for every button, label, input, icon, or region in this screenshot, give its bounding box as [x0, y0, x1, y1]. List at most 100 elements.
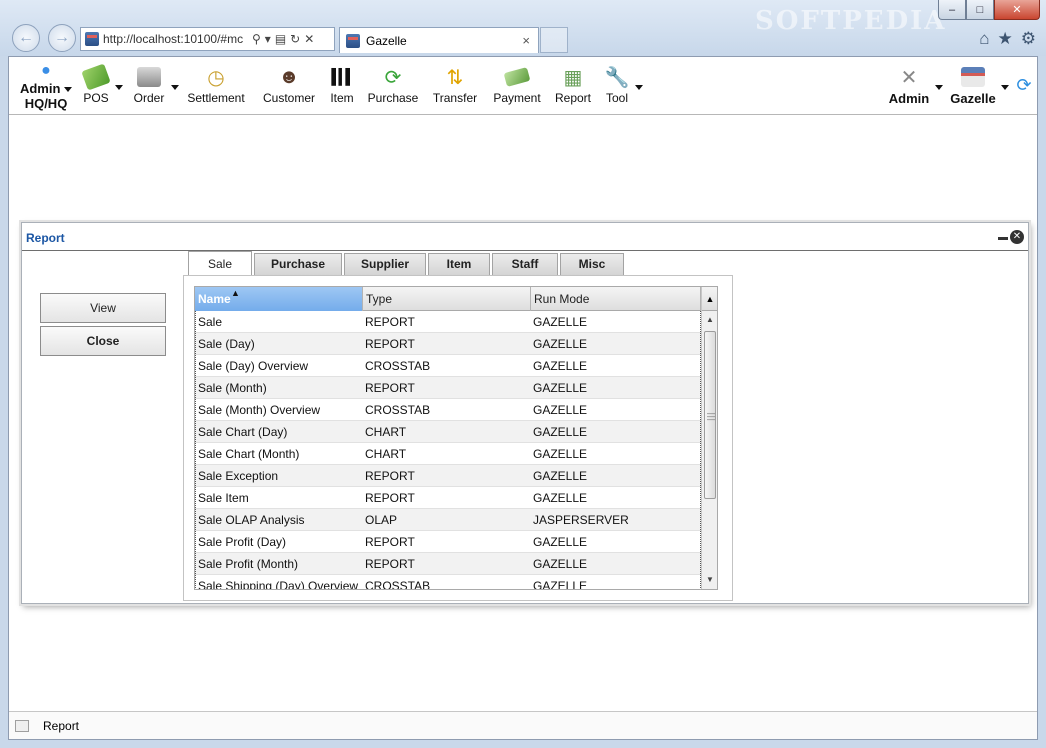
compatibility-view-icon[interactable]: ▤: [275, 32, 286, 46]
pos-label: POS: [83, 91, 109, 105]
pos-menu[interactable]: POS: [81, 63, 123, 105]
view-button[interactable]: View: [40, 293, 166, 323]
report-list-grid: Name ▲ Type Run Mode Sale REPORT GAZELLE Sa…: [194, 286, 718, 590]
scroll-down-icon[interactable]: ▼: [702, 573, 717, 587]
purchase-button[interactable]: ⟳ Purchase: [367, 63, 419, 106]
admin-hq-menu[interactable]: ● Admin HQ/HQ: [17, 61, 75, 111]
cell-name: Sale Exception: [195, 465, 363, 486]
settlement-button[interactable]: ◷ Settlement: [185, 63, 247, 106]
address-bar[interactable]: http://localhost:10100/#mc ⚲ ▾ ▤ ↻ ✕: [80, 27, 335, 51]
table-row[interactable]: Sale (Day) REPORT GAZELLE: [195, 333, 701, 355]
cell-type: CHART: [365, 425, 407, 439]
browser-tab-gazelle[interactable]: Gazelle ×: [339, 27, 539, 53]
item-button[interactable]: ▌▍▌ Item: [327, 63, 357, 105]
item-label: Item: [330, 91, 354, 105]
column-header-run-mode[interactable]: Run Mode: [531, 287, 701, 311]
close-dialog-icon[interactable]: ✕: [1010, 230, 1024, 244]
chevron-down-icon: [171, 85, 179, 90]
back-button[interactable]: ←: [12, 24, 40, 52]
cell-run-mode: GAZELLE: [531, 531, 701, 552]
refresh-button[interactable]: ⟳: [1015, 75, 1033, 96]
dropdown-chevron-icon[interactable]: ▾: [265, 32, 271, 46]
column-name-label: Name: [198, 292, 231, 306]
chevron-down-icon: [935, 85, 943, 90]
table-row[interactable]: Sale OLAP Analysis OLAP JASPERSERVER: [195, 509, 701, 531]
table-row[interactable]: Sale (Month) Overview CROSSTAB GAZELLE: [195, 399, 701, 421]
forward-button[interactable]: →: [48, 24, 76, 52]
tab-purchase[interactable]: Purchase: [254, 253, 342, 275]
maximize-window-button[interactable]: □: [966, 0, 994, 20]
table-row[interactable]: Sale Profit (Day) REPORT GAZELLE: [195, 531, 701, 553]
tab-supplier[interactable]: Supplier: [344, 253, 426, 275]
cell-type: REPORT: [365, 535, 415, 549]
cell-run-mode: GAZELLE: [531, 377, 701, 398]
scrollbar-thumb[interactable]: — — —: [704, 331, 716, 499]
tab-item[interactable]: Item: [428, 253, 490, 275]
transfer-button[interactable]: ⇅ Transfer: [431, 63, 479, 106]
cell-type: REPORT: [365, 315, 415, 329]
chevron-down-icon: [635, 85, 643, 90]
close-tab-icon[interactable]: ×: [522, 33, 530, 48]
browser-tool-icons: ⌂ ★ ⚙: [979, 29, 1036, 49]
address-url[interactable]: http://localhost:10100/#mc: [103, 32, 248, 46]
scroll-up-icon[interactable]: ▲: [702, 313, 717, 327]
new-tab-button[interactable]: [540, 27, 568, 53]
admin-menu[interactable]: ✕ Admin: [887, 63, 943, 106]
tab-staff[interactable]: Staff: [492, 253, 558, 275]
scroll-top-icon[interactable]: ▲: [702, 287, 717, 311]
table-row[interactable]: Sale Shipping (Day) Overview CROSSTAB GAZE…: [195, 575, 701, 589]
cell-type: REPORT: [365, 469, 415, 483]
stop-icon[interactable]: ✕: [304, 32, 314, 46]
customer-person-icon: ☻: [278, 65, 300, 88]
minimize-window-button[interactable]: –: [938, 0, 966, 20]
browser-chrome: SOFTPEDIA – □ ✕ ← → http://localhost:101…: [0, 0, 1046, 56]
admin-tools-icon: ✕: [900, 66, 918, 89]
refresh-icon[interactable]: ↻: [290, 32, 300, 46]
cell-run-mode: GAZELLE: [531, 333, 701, 354]
column-header-type[interactable]: Type: [363, 287, 531, 311]
table-row[interactable]: Sale Exception REPORT GAZELLE: [195, 465, 701, 487]
vertical-scrollbar[interactable]: ▲ ▲ — — — ▼: [701, 287, 717, 589]
pos-tag-icon: [81, 63, 111, 91]
table-row[interactable]: Sale Chart (Month) CHART GAZELLE: [195, 443, 701, 465]
chevron-down-icon: [115, 85, 123, 90]
tools-gear-icon[interactable]: ⚙: [1021, 29, 1036, 49]
table-row[interactable]: Sale REPORT GAZELLE: [195, 311, 701, 333]
admin-hq-label: Admin: [19, 81, 61, 96]
home-icon[interactable]: ⌂: [979, 29, 989, 49]
order-label: Order: [133, 91, 165, 105]
truck-icon: [137, 67, 161, 87]
cell-run-mode: GAZELLE: [531, 465, 701, 486]
favorites-star-icon[interactable]: ★: [998, 29, 1013, 49]
table-row[interactable]: Sale (Day) Overview CROSSTAB GAZELLE: [195, 355, 701, 377]
close-button[interactable]: Close: [40, 326, 166, 356]
close-window-button[interactable]: ✕: [994, 0, 1040, 20]
tool-menu[interactable]: 🔧 Tool: [603, 63, 643, 105]
minimize-icon[interactable]: [998, 237, 1008, 240]
report-button[interactable]: ▦ Report: [553, 63, 593, 106]
main-toolbar: ● Admin HQ/HQ POS Order ◷ Settlement ☻ C…: [9, 57, 1037, 115]
search-icon[interactable]: ⚲: [252, 32, 261, 46]
status-text: Report: [43, 718, 80, 733]
cell-type: REPORT: [365, 381, 415, 395]
gazelle-store-menu[interactable]: Gazelle: [949, 63, 1009, 106]
table-row[interactable]: Sale (Month) REPORT GAZELLE: [195, 377, 701, 399]
customer-button[interactable]: ☻ Customer: [261, 63, 317, 106]
order-menu[interactable]: Order: [131, 63, 179, 105]
purchase-label: Purchase: [367, 91, 419, 105]
table-row[interactable]: Sale Profit (Month) REPORT GAZELLE: [195, 553, 701, 575]
admin-label: Admin: [888, 91, 930, 106]
tool-label: Tool: [605, 91, 628, 105]
tab-sale[interactable]: Sale: [188, 251, 252, 275]
cell-type: CHART: [365, 447, 407, 461]
report-dialog-title: Report: [22, 223, 1028, 251]
table-row[interactable]: Sale Item REPORT GAZELLE: [195, 487, 701, 509]
column-header-name[interactable]: Name ▲: [195, 287, 363, 311]
chevron-down-icon: [1001, 85, 1009, 90]
report-document-icon: ▦: [563, 66, 583, 89]
purchase-refresh-icon: ⟳: [384, 66, 402, 89]
tab-misc[interactable]: Misc: [560, 253, 624, 275]
table-row[interactable]: Sale Chart (Day) CHART GAZELLE: [195, 421, 701, 443]
payment-button[interactable]: Payment: [491, 63, 543, 105]
cell-run-mode: GAZELLE: [531, 443, 701, 464]
